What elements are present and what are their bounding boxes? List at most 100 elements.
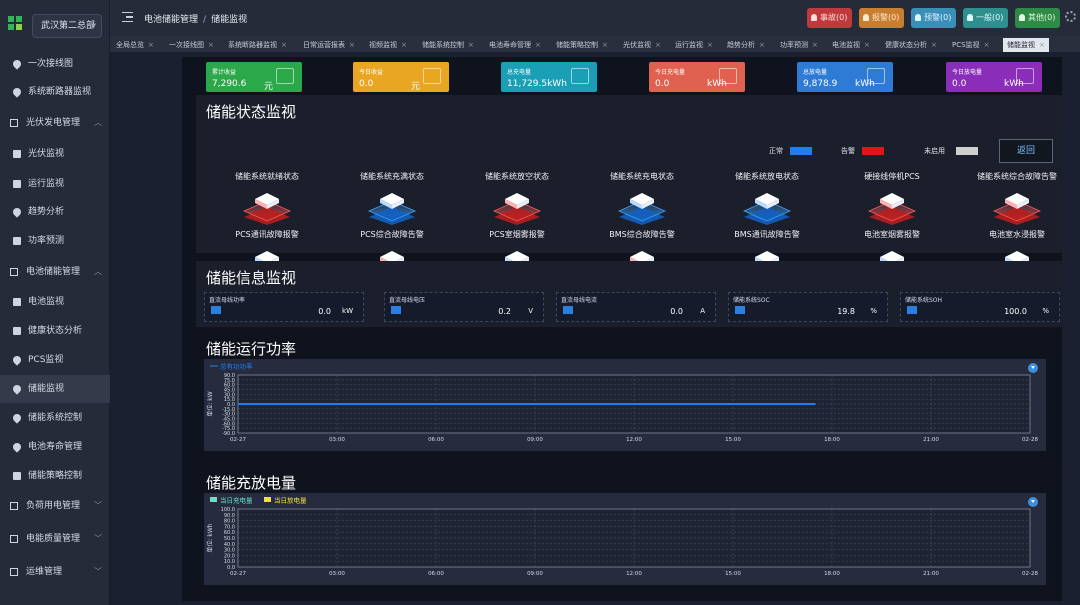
info-box-icon <box>907 306 917 314</box>
sidebar-item[interactable]: 电池储能管理 ︿ <box>0 258 110 286</box>
tab[interactable]: 电池寿命管理 × <box>489 38 541 52</box>
sidebar-item[interactable]: 健康状态分析 <box>0 317 110 345</box>
legend-swatch <box>956 147 978 155</box>
tab[interactable]: 光伏监视 × <box>623 38 661 52</box>
close-icon[interactable]: × <box>707 41 713 49</box>
sidebar-item[interactable]: 趋势分析 <box>0 198 110 226</box>
kpi-card: 累计收益 7,290.6 元 <box>206 62 302 92</box>
gear-icon[interactable] <box>1065 11 1076 22</box>
sidebar-item[interactable]: 电池寿命管理 <box>0 433 110 461</box>
sidebar-item[interactable]: 储能策略控制 <box>0 462 110 490</box>
legend-label: 告警 <box>841 147 855 155</box>
close-icon[interactable]: × <box>468 41 474 49</box>
sidebar-item[interactable]: 储能系统控制 <box>0 404 110 432</box>
tab[interactable]: 电池监视 × <box>832 38 870 52</box>
sidebar-item[interactable]: PCS监视 <box>0 346 110 374</box>
close-icon[interactable]: × <box>759 41 765 49</box>
breadcrumb-current: 储能监视 <box>211 15 248 25</box>
sidebar-item-label: PCS监视 <box>28 355 64 365</box>
close-icon[interactable]: × <box>864 41 870 49</box>
sidebar-item-label: 电池储能管理 <box>26 267 81 277</box>
alarm-button[interactable]: 事故(0) <box>807 8 853 28</box>
tab[interactable]: 一次接线图 × <box>169 38 214 52</box>
app-logo-icon <box>8 16 22 32</box>
return-button[interactable]: 返回 <box>999 139 1053 163</box>
tab[interactable]: 储能策略控制 × <box>556 38 608 52</box>
alarm-button[interactable]: 其他(0) <box>1015 8 1061 28</box>
energy-chart: 100.090.080.070.060.050.040.030.020.010.… <box>206 496 1038 578</box>
sidebar-item-label: 趋势分析 <box>28 207 65 217</box>
sidebar-item[interactable]: 光伏发电管理 ︿ <box>0 109 110 137</box>
tab[interactable]: 储能系统控制 × <box>422 38 474 52</box>
sidebar-item[interactable]: 一次接线图 <box>0 50 110 78</box>
sidebar-item[interactable]: 运维管理 ﹀ <box>0 558 110 586</box>
close-icon[interactable]: × <box>401 41 407 49</box>
status-item-label: BMS综合故障告警 <box>609 230 675 239</box>
tab[interactable]: 视频监视 × <box>369 38 407 52</box>
close-icon[interactable]: × <box>349 41 355 49</box>
status-item-label: 储能系统就绪状态 <box>235 172 299 181</box>
sidebar-item[interactable]: 光伏监视 <box>0 140 110 168</box>
tab-label: 视频监视 <box>369 41 397 49</box>
kpi-value: 0.0 <box>655 79 670 89</box>
site-select[interactable]: 武汉第二总部 ▼ <box>32 14 102 38</box>
close-icon[interactable]: × <box>984 41 990 49</box>
close-icon[interactable]: × <box>931 41 937 49</box>
load-group-icon <box>10 502 18 510</box>
sidebar-item[interactable]: 电能质量管理 ﹀ <box>0 525 110 553</box>
close-icon[interactable]: × <box>812 41 818 49</box>
close-icon[interactable]: × <box>602 41 608 49</box>
kpi-value: 11,729.5kWh <box>507 79 567 89</box>
info-box-value: 19.8 <box>837 307 855 316</box>
alarm-button[interactable]: 报警(0) <box>859 8 905 28</box>
info-box-unit: % <box>1042 307 1049 315</box>
tab[interactable]: 功率预测 × <box>780 38 818 52</box>
sidebar-item[interactable]: 储能监视 <box>0 375 110 403</box>
sidebar-item[interactable]: 电池监视 <box>0 288 110 316</box>
status-item-label: PCS通讯故障报警 <box>235 230 299 239</box>
close-icon[interactable]: × <box>281 41 287 49</box>
sidebar-item-label: 系统断路器监视 <box>28 87 92 97</box>
status-item: 储能系统充电状态 <box>580 171 704 229</box>
sidebar-item[interactable]: 运行监视 <box>0 170 110 198</box>
close-icon[interactable]: × <box>655 41 661 49</box>
tab[interactable]: 运行监视 × <box>675 38 713 52</box>
tab[interactable]: 系统断路器监视 × <box>228 38 287 52</box>
monitor-icon <box>13 180 21 188</box>
x-tick-label: 03:00 <box>329 571 345 577</box>
alarm-button[interactable]: 一般(0) <box>963 8 1009 28</box>
x-tick-label: 15:00 <box>725 571 741 577</box>
sidebar-item[interactable]: 系统断路器监视 <box>0 78 110 106</box>
breadcrumb-parent[interactable]: 电池储能管理 <box>144 15 198 25</box>
kpi-label: 今日充电量 <box>655 69 686 76</box>
tab-label: 健康状态分析 <box>885 41 927 49</box>
tab[interactable]: 日常运营报表 × <box>303 38 355 52</box>
sidebar-item[interactable]: 负荷用电管理 ﹀ <box>0 492 110 520</box>
sidebar-item-label: 储能策略控制 <box>28 471 83 481</box>
close-icon[interactable]: × <box>148 41 154 49</box>
tab[interactable]: PCS监视 × <box>952 38 989 52</box>
tab[interactable]: 储能监视 × <box>1003 38 1049 52</box>
info-box-icon <box>391 306 401 314</box>
tab-label: 储能监视 <box>1007 41 1035 49</box>
info-box-icon <box>735 306 745 314</box>
close-icon[interactable]: × <box>208 41 214 49</box>
map-pin-icon <box>11 383 23 395</box>
tab[interactable]: 健康状态分析 × <box>885 38 937 52</box>
tab-label: 系统断路器监视 <box>228 41 277 49</box>
x-tick-label: 18:00 <box>824 437 840 443</box>
alarm-button[interactable]: 预警(0) <box>911 8 957 28</box>
energy-chart-title: 储能充放电量 <box>206 474 297 492</box>
map-pin-icon <box>11 86 23 98</box>
menu-toggle-icon[interactable] <box>122 12 133 22</box>
close-icon[interactable]: × <box>1039 41 1045 49</box>
status-device-icon <box>868 193 916 225</box>
alarm-button-label: 一般(0) <box>976 13 1004 22</box>
tab[interactable]: 趋势分析 × <box>727 38 765 52</box>
map-pin-icon <box>11 206 23 218</box>
sidebar-item[interactable]: 功率预测 <box>0 227 110 255</box>
close-icon[interactable]: × <box>535 41 541 49</box>
status-item-label: PCS室烟雾报警 <box>489 230 545 239</box>
tab[interactable]: 全局总览 × <box>116 38 154 52</box>
kpi-value: 7,290.6 <box>212 79 247 89</box>
